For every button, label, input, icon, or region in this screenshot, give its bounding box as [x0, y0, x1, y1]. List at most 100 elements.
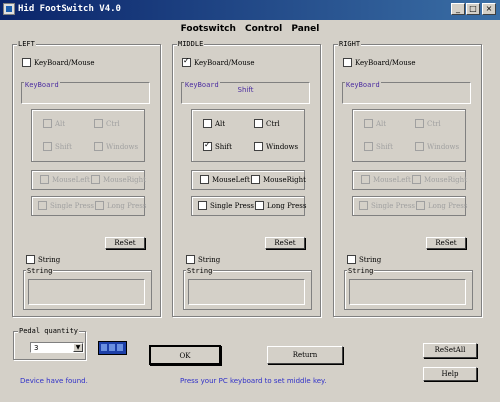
maximize-button[interactable]: □ — [466, 3, 480, 15]
string-label: String — [186, 267, 214, 275]
checkbox-box[interactable] — [415, 119, 424, 128]
pedal-quantity-value: 3 — [34, 344, 39, 352]
return-button[interactable]: Return — [267, 346, 343, 364]
mouse-left-label: MouseLeft — [212, 175, 250, 184]
checkbox-box[interactable] — [40, 175, 49, 184]
mouse-left-checkbox-middle[interactable]: MouseLeft — [200, 175, 250, 184]
checkbox-box[interactable] — [347, 255, 356, 264]
checkbox-box[interactable] — [22, 58, 31, 67]
alt-checkbox-right[interactable]: Alt — [364, 119, 386, 128]
keyboard-mouse-checkbox-left[interactable]: KeyBoard/Mouse — [22, 58, 94, 67]
string-input-middle[interactable] — [188, 279, 305, 305]
mouse-right-checkbox-left[interactable]: MouseRight — [91, 175, 146, 184]
ctrl-checkbox-right[interactable]: Ctrl — [415, 119, 441, 128]
checkbox-box[interactable] — [182, 56, 191, 67]
checkbox-box[interactable] — [361, 175, 370, 184]
ctrl-label: Ctrl — [427, 119, 441, 128]
string-checkbox-left[interactable]: String — [26, 255, 60, 264]
windows-checkbox-left[interactable]: Windows — [94, 142, 138, 151]
checkbox-box[interactable] — [412, 175, 421, 184]
ok-button[interactable]: OK — [149, 345, 221, 365]
mouse-left-checkbox-right[interactable]: MouseLeft — [361, 175, 411, 184]
single-press-checkbox-middle[interactable]: Single Press — [198, 201, 254, 210]
single-press-label: Single Press — [210, 201, 255, 210]
mouse-group-middle: MouseLeft MouseRight — [191, 170, 306, 190]
checkbox-box[interactable] — [26, 255, 35, 264]
keyboard-field-middle[interactable]: KeyBoard Shift — [181, 78, 310, 104]
ctrl-checkbox-middle[interactable]: Ctrl — [254, 119, 280, 128]
keyboard-field-left[interactable]: KeyBoard — [21, 78, 150, 104]
checkbox-box[interactable] — [415, 142, 424, 151]
app-icon — [3, 3, 15, 15]
checkbox-box[interactable] — [38, 201, 47, 210]
checkbox-box[interactable] — [94, 119, 103, 128]
keyboard-label: KeyBoard — [24, 78, 60, 92]
string-checkbox-right[interactable]: String — [347, 255, 381, 264]
checkbox-box[interactable] — [251, 175, 260, 184]
checkbox-box[interactable] — [359, 201, 368, 210]
page-title: Footswitch Control Panel — [180, 24, 320, 34]
alt-checkbox-middle[interactable]: Alt — [203, 119, 225, 128]
string-check-label: String — [38, 255, 61, 264]
single-press-checkbox-left[interactable]: Single Press — [38, 201, 94, 210]
shift-checkbox-left[interactable]: Shift — [43, 142, 72, 151]
windows-checkbox-middle[interactable]: Windows — [254, 142, 298, 151]
single-press-checkbox-right[interactable]: Single Press — [359, 201, 415, 210]
reset-button-middle[interactable]: ReSet — [265, 237, 305, 249]
string-checkbox-middle[interactable]: String — [186, 255, 220, 264]
string-group-middle: String — [183, 267, 312, 310]
checkbox-box[interactable] — [200, 175, 209, 184]
keyboard-mouse-checkbox-right[interactable]: KeyBoard/Mouse — [343, 58, 415, 67]
checkbox-box[interactable] — [364, 119, 373, 128]
mouse-right-checkbox-middle[interactable]: MouseRight — [251, 175, 306, 184]
reset-button-right[interactable]: ReSet — [426, 237, 466, 249]
minimize-button[interactable]: _ — [451, 3, 465, 15]
checkbox-box[interactable] — [43, 119, 52, 128]
string-input-left[interactable] — [28, 279, 145, 305]
checkbox-box[interactable] — [254, 142, 263, 151]
press-group-right: Single Press Long Press — [352, 196, 467, 216]
windows-label: Windows — [106, 142, 139, 151]
title-bar[interactable]: Hid FootSwitch V4.0 _ □ × — [0, 0, 500, 20]
checkbox-box[interactable] — [416, 201, 425, 210]
checkbox-box[interactable] — [95, 201, 104, 210]
checkbox-box[interactable] — [203, 140, 212, 151]
alt-checkbox-left[interactable]: Alt — [43, 119, 65, 128]
checkbox-box[interactable] — [364, 142, 373, 151]
checkbox-box[interactable] — [343, 58, 352, 67]
checkbox-box[interactable] — [198, 201, 207, 210]
reset-button-left[interactable]: ReSet — [105, 237, 145, 249]
long-press-checkbox-left[interactable]: Long Press — [95, 201, 146, 210]
windows-checkbox-right[interactable]: Windows — [415, 142, 459, 151]
checkbox-box[interactable] — [254, 119, 263, 128]
keyboard-mouse-label: KeyBoard/Mouse — [355, 58, 416, 67]
mouse-left-label: MouseLeft — [52, 175, 90, 184]
alt-label: Alt — [215, 119, 226, 128]
checkbox-box[interactable] — [94, 142, 103, 151]
keyboard-mouse-checkbox-middle[interactable]: KeyBoard/Mouse — [182, 56, 254, 67]
modifier-group-middle: Alt Ctrl Shift Windows — [191, 109, 305, 162]
ctrl-checkbox-left[interactable]: Ctrl — [94, 119, 120, 128]
mouse-left-label: MouseLeft — [373, 175, 411, 184]
string-input-right[interactable] — [349, 279, 466, 305]
pedal-quantity-select[interactable]: 3 ▼ — [30, 342, 84, 353]
long-press-checkbox-right[interactable]: Long Press — [416, 201, 467, 210]
mouse-right-checkbox-right[interactable]: MouseRight — [412, 175, 467, 184]
checkbox-box[interactable] — [91, 175, 100, 184]
chevron-down-icon[interactable]: ▼ — [73, 343, 83, 352]
checkbox-box[interactable] — [186, 255, 195, 264]
help-button[interactable]: Help — [423, 367, 477, 381]
long-press-checkbox-middle[interactable]: Long Press — [255, 201, 306, 210]
panel-middle: MIDDLE KeyBoard/Mouse KeyBoard Shift Alt… — [172, 40, 321, 317]
shift-checkbox-middle[interactable]: Shift — [203, 140, 232, 151]
close-button[interactable]: × — [482, 3, 496, 15]
keyboard-field-right[interactable]: KeyBoard — [342, 78, 471, 104]
checkbox-box[interactable] — [203, 119, 212, 128]
mouse-left-checkbox-left[interactable]: MouseLeft — [40, 175, 90, 184]
checkbox-box[interactable] — [43, 142, 52, 151]
single-press-label: Single Press — [50, 201, 95, 210]
checkbox-box[interactable] — [255, 201, 264, 210]
shift-checkbox-right[interactable]: Shift — [364, 142, 393, 151]
reset-all-button[interactable]: ReSetAll — [423, 343, 477, 358]
panel-middle-label: MIDDLE — [177, 40, 205, 48]
